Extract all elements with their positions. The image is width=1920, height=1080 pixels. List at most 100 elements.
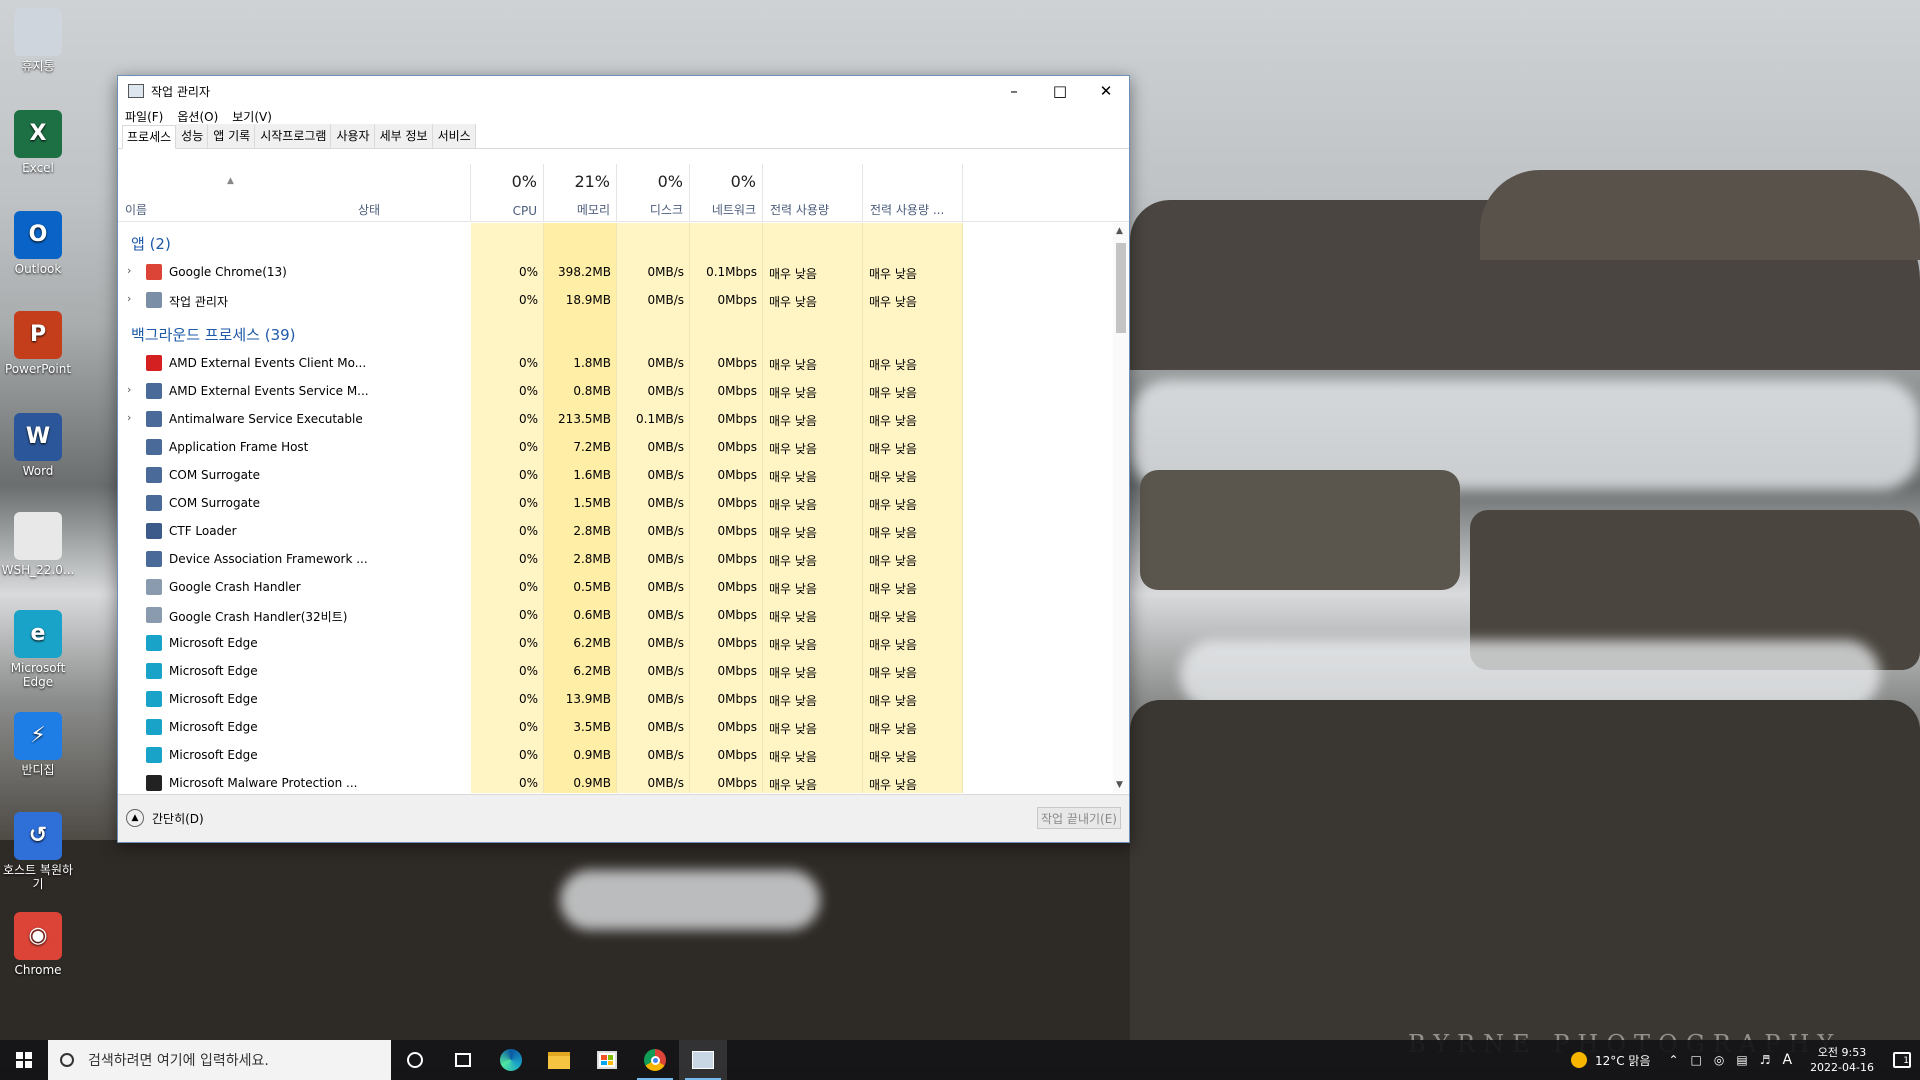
search-placeholder: 검색하려면 여기에 입력하세요. (88, 1053, 269, 1069)
desktop-icon-powerpoint[interactable]: P PowerPoint (0, 311, 76, 376)
menu-options[interactable]: 옵션(O) (177, 108, 218, 125)
header-power[interactable]: 전력 사용량 (763, 164, 863, 222)
desktop-icon-outlook[interactable]: O Outlook (0, 211, 76, 276)
process-row[interactable]: › Antimalware Service Executable 0% 213.5MB… (118, 405, 963, 433)
menu-file[interactable]: 파일(F) (125, 108, 163, 125)
vertical-scrollbar[interactable]: ▲ ▼ (1113, 223, 1129, 793)
process-row[interactable]: COM Surrogate 0% 1.6MB 0MB/s 0Mbps 매우 낮음 매우 낮음 (118, 461, 963, 489)
tab-processes[interactable]: 프로세스 (122, 125, 177, 149)
header-cpu[interactable]: 0% CPU (471, 164, 544, 222)
process-row[interactable]: AMD External Events Client Mo... 0% 1.8MB 0… (118, 349, 963, 377)
meet-icon[interactable]: ◎ (1714, 1053, 1724, 1067)
notification-center-button[interactable]: 1 (1884, 1040, 1920, 1080)
process-list[interactable]: 앱 (2) › Google Chrome(13) 0% 398.2MB 0MB/s 0.1… (118, 223, 1129, 793)
tab-services[interactable]: 서비스 (432, 124, 476, 148)
taskbar-task-manager[interactable] (679, 1040, 727, 1080)
chevron-right-icon[interactable]: › (127, 292, 131, 305)
process-row[interactable]: Microsoft Edge 0% 13.9MB 0MB/s 0Mbps 매우 낮음 매우 … (118, 685, 963, 713)
memory-value: 7.2MB (573, 440, 611, 454)
process-row[interactable]: › 작업 관리자 0% 18.9MB 0MB/s 0Mbps 매우 낮음 매우 낮음 (118, 286, 963, 314)
task-manager-icon (128, 84, 144, 98)
volume-icon[interactable]: ♬ (1760, 1053, 1771, 1067)
chevron-up-icon[interactable]: ⌃ (1668, 1053, 1678, 1067)
weather-widget[interactable]: 12°C 맑음 (1570, 1052, 1650, 1069)
desktop-icon-word[interactable]: W Word (0, 413, 76, 478)
task-manager-window[interactable]: 작업 관리자 – □ ✕ 파일(F) 옵션(O) 보기(V) 프로세스 성능 앱… (117, 75, 1130, 843)
process-row[interactable]: Google Crash Handler(32비트) 0% 0.6MB 0MB/s 0M… (118, 601, 963, 629)
process-row[interactable]: CTF Loader 0% 2.8MB 0MB/s 0Mbps 매우 낮음 매우 낮음 (118, 517, 963, 545)
chevron-right-icon[interactable]: › (127, 264, 131, 277)
process-row[interactable]: Microsoft Edge 0% 0.9MB 0MB/s 0Mbps 매우 낮음 매우 낮… (118, 741, 963, 769)
process-name: CTF Loader (169, 524, 237, 538)
file-explorer-icon (548, 1051, 570, 1069)
header-memory[interactable]: 21% 메모리 (544, 164, 617, 222)
process-row[interactable]: › Google Chrome(13) 0% 398.2MB 0MB/s 0.1Mbps 매… (118, 258, 963, 286)
header-disk[interactable]: 0% 디스크 (617, 164, 690, 222)
network-icon[interactable]: ▤ (1736, 1053, 1747, 1067)
task-view-button[interactable] (439, 1040, 487, 1080)
desktop-icon-bandizip[interactable]: ⚡ 반디집 (0, 712, 76, 777)
process-row[interactable]: Device Association Framework ... 0% 2.8MB 0… (118, 545, 963, 573)
power-trend-value: 매우 낮음 (869, 610, 917, 624)
maximize-button[interactable]: □ (1037, 76, 1083, 106)
scroll-up-icon[interactable]: ▲ (1116, 226, 1123, 236)
restore-host-icon: ↺ (14, 812, 62, 860)
close-button[interactable]: ✕ (1083, 76, 1129, 106)
process-row[interactable]: Microsoft Edge 0% 3.5MB 0MB/s 0Mbps 매우 낮음 매우 낮… (118, 713, 963, 741)
chevron-right-icon[interactable]: › (127, 383, 131, 396)
desktop-icon-edge[interactable]: e Microsoft Edge (0, 610, 76, 689)
process-row[interactable]: Microsoft Edge 0% 6.2MB 0MB/s 0Mbps 매우 낮음 매우 낮… (118, 629, 963, 657)
taskbar-chrome[interactable] (631, 1040, 679, 1080)
desktop-icon-label: 휴지통 (21, 59, 55, 73)
tab-users[interactable]: 사용자 (331, 124, 375, 148)
process-row[interactable]: › AMD External Events Service M... 0% 0.8MB… (118, 377, 963, 405)
tab-startup[interactable]: 시작프로그램 (255, 124, 332, 148)
title-bar[interactable]: 작업 관리자 – □ ✕ (118, 76, 1129, 106)
google-crash-icon (146, 579, 162, 595)
desktop-icon-restore-host[interactable]: ↺ 호스트 복원하기 (0, 812, 76, 891)
minimize-button[interactable]: – (991, 76, 1037, 106)
scroll-down-icon[interactable]: ▼ (1116, 780, 1123, 790)
process-row[interactable]: Microsoft Edge 0% 6.2MB 0MB/s 0Mbps 매우 낮음 매우 낮… (118, 657, 963, 685)
taskbar-file-explorer[interactable] (535, 1040, 583, 1080)
network-value: 0Mbps (717, 636, 757, 650)
tab-app-history[interactable]: 앱 기록 (208, 124, 256, 148)
desktop-icon-recycle-bin[interactable]: 휴지통 (0, 8, 76, 73)
process-row[interactable]: Google Crash Handler 0% 0.5MB 0MB/s 0Mbps 매우 … (118, 573, 963, 601)
menu-bar: 파일(F) 옵션(O) 보기(V) (118, 106, 1129, 126)
header-network[interactable]: 0% 네트워크 (690, 164, 763, 222)
chevron-right-icon[interactable]: › (127, 411, 131, 424)
taskbar-edge[interactable] (487, 1040, 535, 1080)
process-row[interactable]: Microsoft Malware Protection ... 0% 0.9MB 0… (118, 769, 963, 793)
desktop-icon-chrome[interactable]: ◉ Chrome (0, 912, 76, 977)
header-status[interactable]: 상태 (351, 164, 471, 222)
tab-performance[interactable]: 성능 (176, 124, 209, 148)
scroll-thumb[interactable] (1116, 243, 1126, 333)
desktop-icon-file[interactable]: WSH_22.0... (0, 512, 76, 577)
process-row[interactable]: Application Frame Host 0% 7.2MB 0MB/s 0Mbps 매… (118, 433, 963, 461)
taskbar-store[interactable] (583, 1040, 631, 1080)
taskbar: 검색하려면 여기에 입력하세요. 12°C 맑음 ⌃ □ ◎ ▤ ♬ A 오전 … (0, 1040, 1920, 1080)
power-trend-value: 매우 낮음 (869, 386, 917, 400)
ime-indicator[interactable]: A (1782, 1052, 1792, 1068)
tablet-icon[interactable]: □ (1691, 1053, 1702, 1067)
clock[interactable]: 오전 9:53 2022-04-16 (1810, 1045, 1874, 1075)
start-button[interactable] (0, 1040, 48, 1080)
task-view-icon (455, 1053, 471, 1067)
power-value: 매우 낮음 (769, 267, 817, 281)
network-value: 0.1Mbps (706, 265, 757, 279)
taskbar-search[interactable]: 검색하려면 여기에 입력하세요. (48, 1040, 391, 1080)
end-task-button[interactable]: 작업 끝내기(E) (1037, 807, 1121, 829)
header-name[interactable]: ▲ 이름 (118, 164, 351, 222)
outlook-icon: O (14, 211, 62, 259)
fewer-details-button[interactable]: ▲ 간단히(D) (126, 809, 204, 827)
process-row[interactable]: COM Surrogate 0% 1.5MB 0MB/s 0Mbps 매우 낮음 매우 낮음 (118, 489, 963, 517)
desktop-icon-excel[interactable]: X Excel (0, 110, 76, 175)
cortana-button[interactable] (391, 1040, 439, 1080)
menu-view[interactable]: 보기(V) (232, 108, 272, 125)
memory-value: 398.2MB (558, 265, 611, 279)
header-power-trend[interactable]: 전력 사용량 ... (863, 164, 963, 222)
tab-details[interactable]: 세부 정보 (374, 124, 433, 148)
word-icon: W (14, 413, 62, 461)
power-trend-value: 매우 낮음 (869, 498, 917, 512)
